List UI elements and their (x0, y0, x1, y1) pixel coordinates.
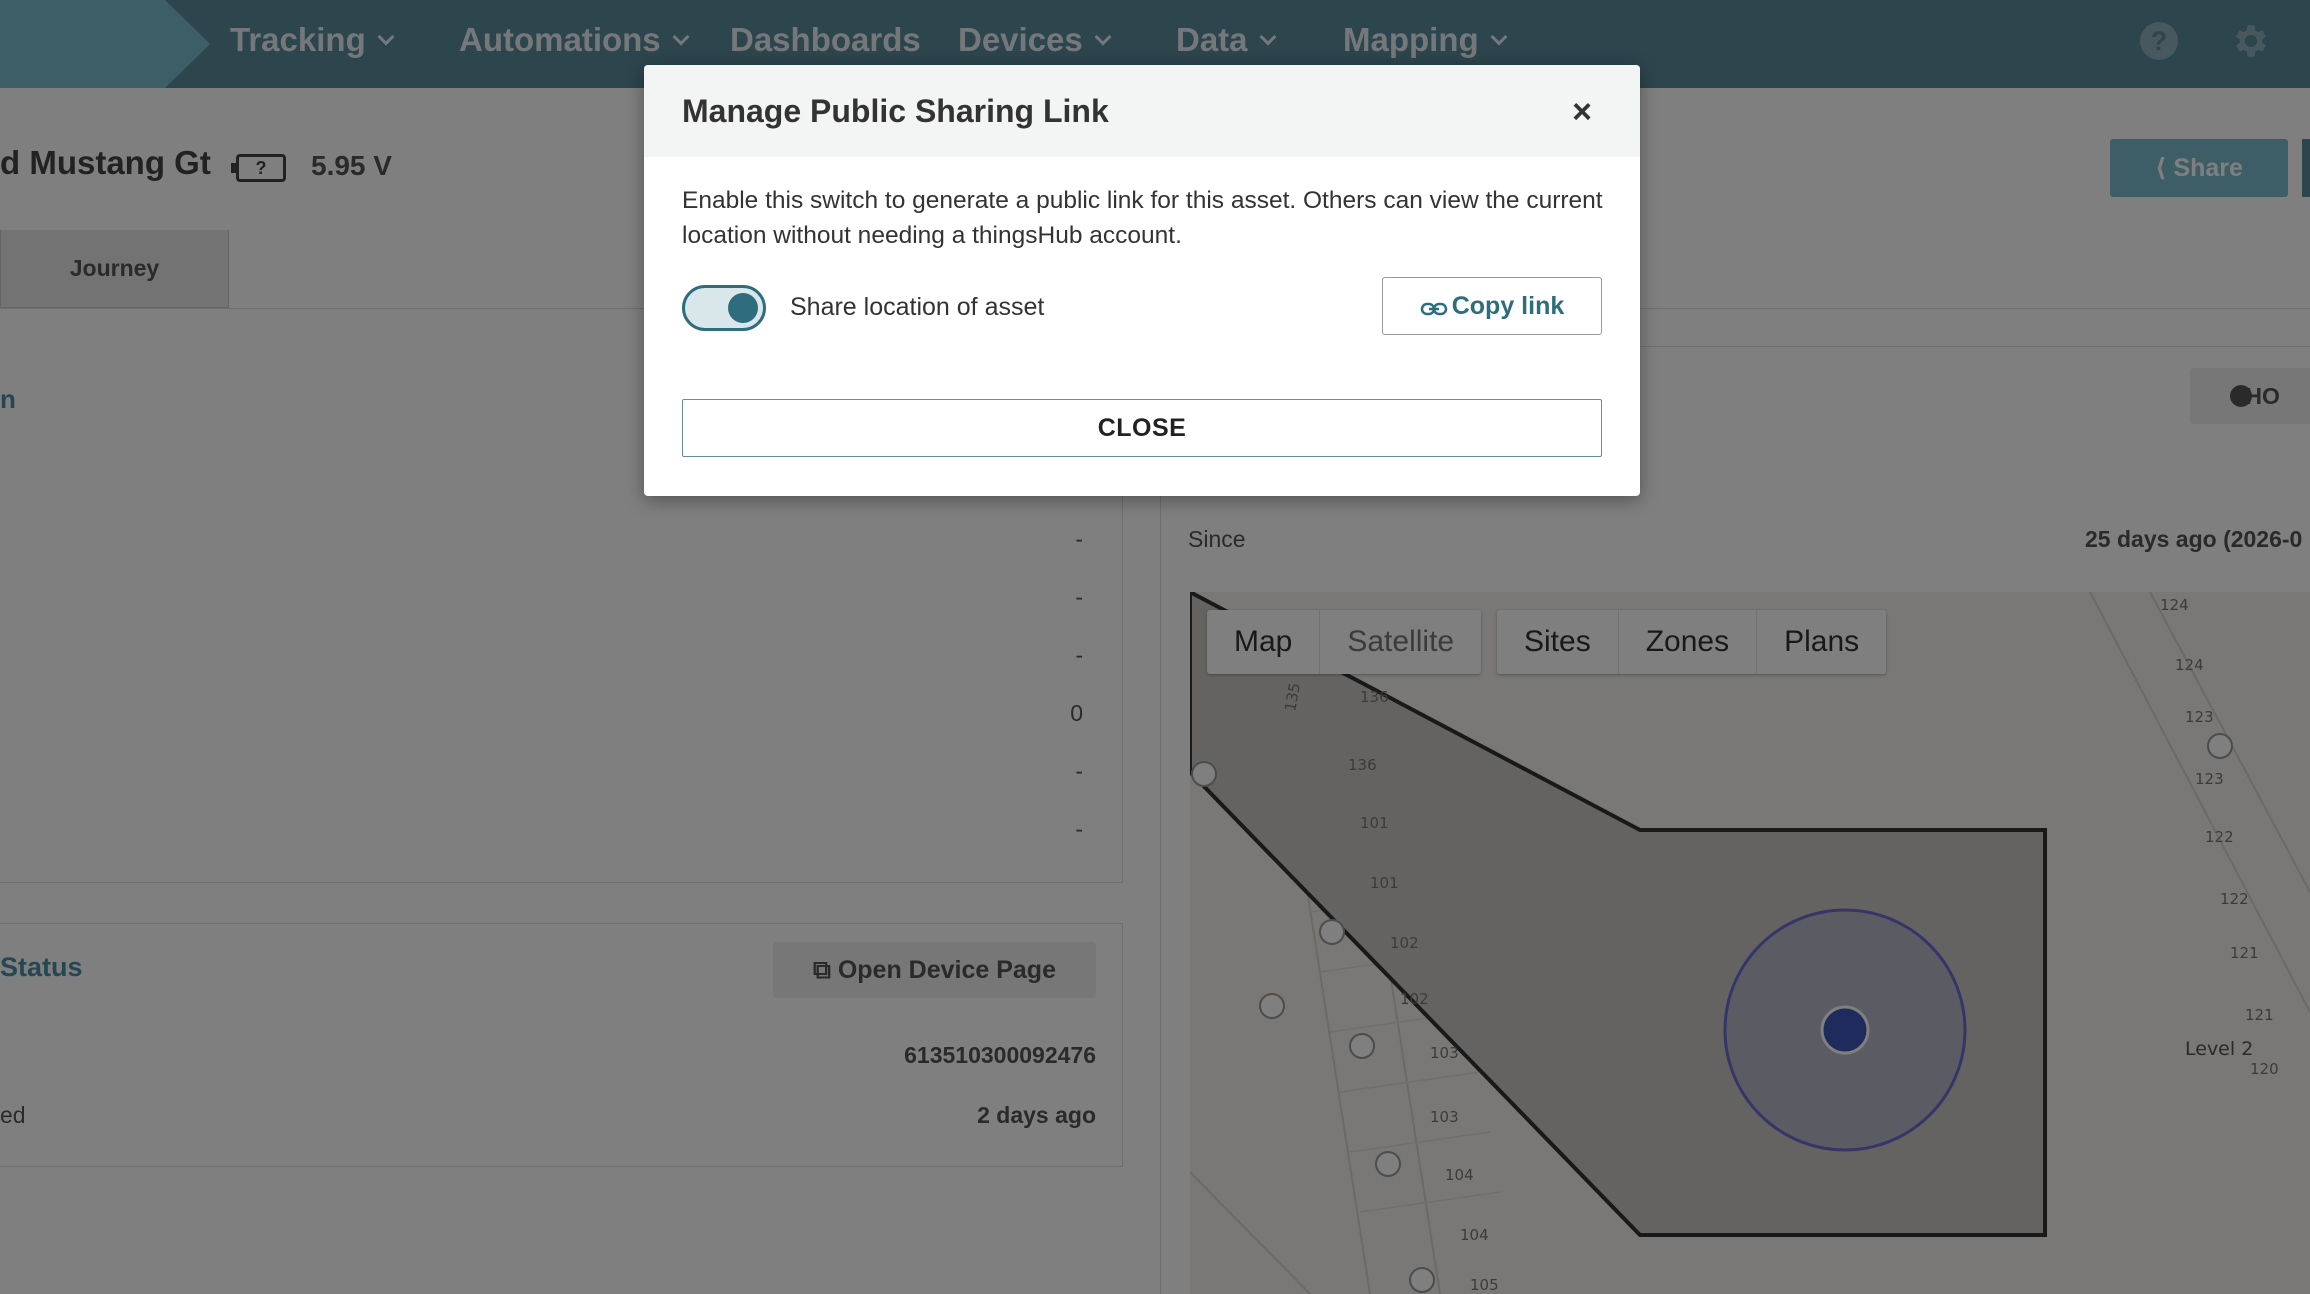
close-button[interactable]: CLOSE (682, 399, 1602, 457)
manage-public-sharing-dialog: Manage Public Sharing Link × Enable this… (644, 65, 1640, 496)
copy-link-label: Copy link (1451, 292, 1565, 320)
share-location-label: Share location of asset (790, 293, 1045, 321)
close-icon[interactable]: × (1564, 95, 1600, 131)
toggle-knob (728, 293, 758, 323)
link-icon (1420, 303, 1447, 316)
modal-header: Manage Public Sharing Link × (644, 65, 1640, 157)
modal-description: Enable this switch to generate a public … (682, 187, 1603, 249)
modal-title: Manage Public Sharing Link (682, 93, 1109, 129)
copy-link-button[interactable]: Copy link (1382, 277, 1602, 335)
share-location-toggle[interactable] (682, 285, 766, 331)
